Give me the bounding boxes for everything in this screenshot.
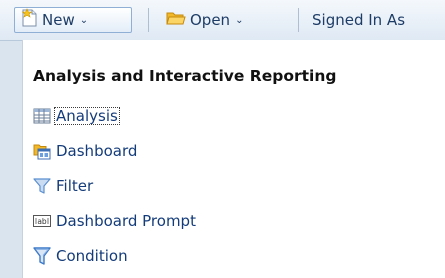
toolbar: New ⌄ Open ⌄ Signed In As — [0, 0, 445, 41]
menu-item-label: Dashboard Prompt — [56, 212, 196, 230]
menu-item-dashboard-prompt[interactable]: ab Dashboard Prompt — [33, 210, 198, 232]
svg-text:ab: ab — [37, 217, 47, 226]
menu-item-label: Filter — [56, 177, 94, 195]
toolbar-divider — [148, 8, 149, 32]
signed-in-as-menu[interactable]: Signed In As — [312, 7, 442, 33]
folder-icon — [166, 10, 186, 30]
menu-item-dashboard[interactable]: Dashboard — [33, 140, 139, 162]
chevron-down-icon: ⌄ — [235, 14, 244, 26]
analysis-grid-icon — [33, 106, 54, 126]
menu-item-label: Dashboard — [56, 142, 138, 160]
open-button[interactable]: Open ⌄ — [162, 7, 292, 33]
new-button[interactable]: New ⌄ — [14, 7, 132, 33]
toolbar-divider — [298, 8, 299, 32]
chevron-down-icon: ⌄ — [79, 14, 89, 26]
menu-item-analysis[interactable]: Analysis — [33, 105, 120, 127]
new-button-label: New — [42, 11, 75, 29]
menu-section-header: Analysis and Interactive Reporting — [33, 67, 337, 85]
open-button-label: Open — [190, 11, 231, 29]
filter-funnel-icon — [33, 176, 54, 196]
prompt-ab-icon: ab — [33, 211, 54, 231]
dashboard-icon — [33, 141, 54, 161]
new-dropdown-menu: Analysis and Interactive Reporting Analy… — [22, 40, 445, 278]
menu-item-label: Condition — [56, 247, 128, 265]
signed-in-as-label: Signed In As — [312, 11, 406, 29]
new-document-icon — [21, 8, 39, 32]
condition-funnel-icon — [33, 246, 54, 266]
menu-item-label: Analysis — [54, 107, 120, 125]
menu-item-filter[interactable]: Filter — [33, 175, 95, 197]
menu-item-condition[interactable]: Condition — [33, 245, 130, 267]
